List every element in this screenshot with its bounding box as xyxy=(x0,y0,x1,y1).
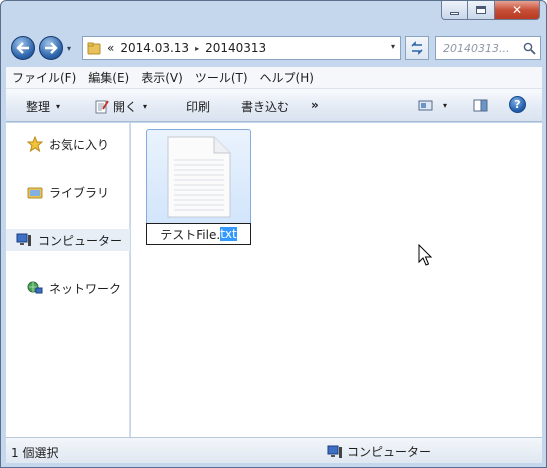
breadcrumb-item[interactable]: 20140313 xyxy=(205,41,266,55)
refresh-button[interactable] xyxy=(405,36,429,60)
chevron-down-icon: ▾ xyxy=(443,101,448,110)
library-icon xyxy=(27,187,43,199)
sidebar-item-computer[interactable]: コンピューター xyxy=(6,229,130,251)
preview-pane-button[interactable] xyxy=(473,98,492,113)
recent-pages-dropdown[interactable]: ▾ xyxy=(67,44,71,53)
rename-field[interactable]: テストFile. txt xyxy=(146,223,251,245)
search-box[interactable]: 20140313... xyxy=(435,36,541,60)
sidebar-item-label: ネットワーク xyxy=(49,281,122,296)
menu-tools[interactable]: ツール(T) xyxy=(189,69,254,86)
status-location: コンピューター xyxy=(327,443,431,460)
breadcrumb-overflow[interactable]: « xyxy=(107,41,114,55)
mouse-cursor-icon xyxy=(418,244,433,266)
change-view-button[interactable]: ▾ xyxy=(418,98,447,113)
menu-help[interactable]: ヘルプ(H) xyxy=(254,69,320,86)
network-icon xyxy=(27,281,43,294)
print-button[interactable]: 印刷 xyxy=(186,98,210,115)
file-item[interactable] xyxy=(146,129,251,225)
chevron-right-icon: » xyxy=(311,98,319,112)
selection-count: 1 個選択 xyxy=(11,446,59,460)
minimize-button[interactable] xyxy=(441,1,468,20)
burn-label: 書き込む xyxy=(241,100,290,114)
command-bar: 整理 ▾ 開く ▾ 印刷 書き込む » ▾ ? xyxy=(6,89,542,122)
help-icon: ? xyxy=(514,98,521,111)
folder-icon xyxy=(87,42,101,55)
close-button[interactable]: ✕ xyxy=(495,1,540,20)
explorer-window: ✕ ▾ « 2014.03.13 ▸ 20140313 ▾ 20140313..… xyxy=(0,0,547,468)
organize-button[interactable]: 整理 ▾ xyxy=(26,98,60,115)
sidebar-item-label: お気に入り xyxy=(49,137,110,152)
menu-edit[interactable]: 編集(E) xyxy=(82,69,135,86)
navigation-row: ▾ « 2014.03.13 ▸ 20140313 ▾ 20140313... xyxy=(1,32,546,62)
notepad-icon xyxy=(95,100,109,114)
maximize-icon xyxy=(476,6,486,14)
more-commands-button[interactable]: » xyxy=(311,98,319,112)
breadcrumb-item[interactable]: 2014.03.13 xyxy=(120,41,189,55)
menu-file[interactable]: ファイル(F) xyxy=(6,69,82,86)
address-dropdown[interactable]: ▾ xyxy=(391,42,395,51)
status-location-label: コンピューター xyxy=(347,445,432,459)
open-button[interactable]: 開く ▾ xyxy=(94,98,147,115)
sidebar-item-libraries[interactable]: ライブラリ xyxy=(6,181,130,203)
search-input[interactable]: 20140313... xyxy=(443,42,521,55)
chevron-down-icon: ▾ xyxy=(143,102,148,111)
view-icon xyxy=(418,100,433,111)
navigation-pane: お気に入り ライブラリ コンピューター ネットワーク xyxy=(6,123,130,437)
file-list-pane: テストFile. txt xyxy=(131,123,542,437)
search-icon xyxy=(523,42,536,55)
sidebar-item-network[interactable]: ネットワーク xyxy=(6,277,130,299)
computer-icon xyxy=(327,445,342,458)
computer-icon xyxy=(16,233,31,246)
close-icon: ✕ xyxy=(511,3,523,17)
arrow-right-icon xyxy=(45,42,58,54)
address-bar[interactable]: « 2014.03.13 ▸ 20140313 ▾ xyxy=(82,36,401,60)
forward-button[interactable] xyxy=(39,36,63,60)
print-label: 印刷 xyxy=(186,100,211,114)
help-button[interactable]: ? xyxy=(509,96,526,113)
arrow-left-icon xyxy=(16,42,29,54)
burn-button[interactable]: 書き込む xyxy=(241,98,289,115)
text-file-icon xyxy=(167,136,231,218)
sidebar-item-label: ライブラリ xyxy=(49,185,110,200)
maximize-button[interactable] xyxy=(468,1,495,20)
chevron-down-icon: ▾ xyxy=(56,102,61,111)
sidebar-item-label: コンピューター xyxy=(38,233,123,248)
rename-text: テストFile. xyxy=(160,227,221,242)
minimize-icon xyxy=(450,11,459,15)
back-button[interactable] xyxy=(11,36,35,60)
menu-view[interactable]: 表示(V) xyxy=(135,69,189,86)
caption-buttons: ✕ xyxy=(441,1,540,21)
sidebar-item-favorites[interactable]: お気に入り xyxy=(6,133,130,155)
star-icon xyxy=(27,136,43,152)
breadcrumb-separator[interactable]: ▸ xyxy=(195,44,199,53)
preview-pane-icon xyxy=(473,99,488,112)
refresh-icon xyxy=(411,41,423,55)
open-label: 開く xyxy=(113,100,138,114)
organize-label: 整理 xyxy=(26,100,51,114)
rename-selected-text: txt xyxy=(220,227,237,241)
status-bar: 1 個選択 コンピューター xyxy=(6,437,542,463)
menu-bar: ファイル(F) 編集(E) 表示(V) ツール(T) ヘルプ(H) xyxy=(6,67,542,89)
